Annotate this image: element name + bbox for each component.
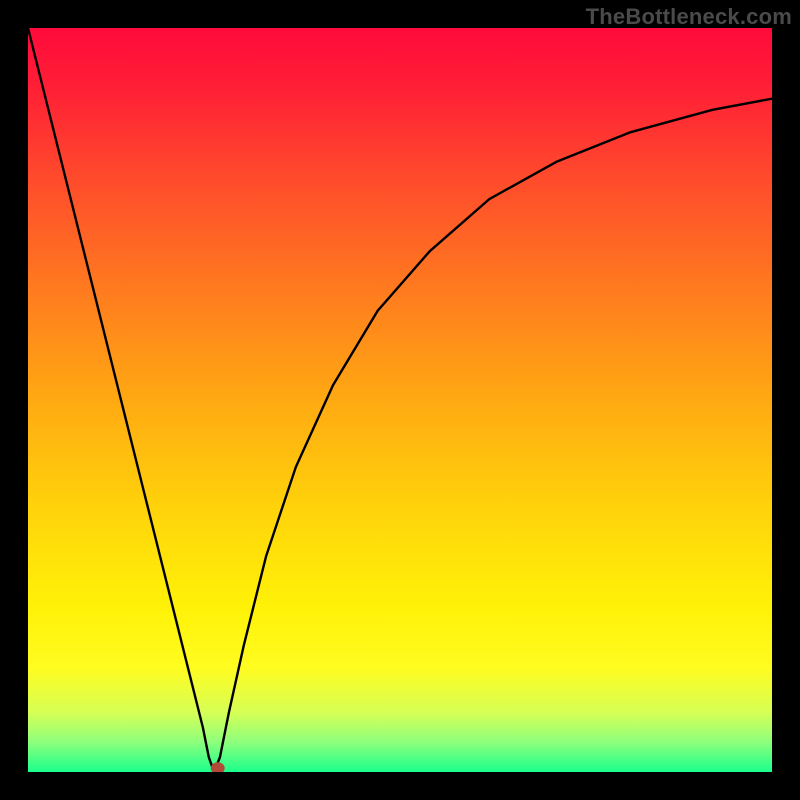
chart-frame: TheBottleneck.com: [0, 0, 800, 800]
bottleneck-chart: [28, 28, 772, 772]
plot-area: [28, 28, 772, 772]
attribution-label: TheBottleneck.com: [586, 4, 792, 30]
gradient-background: [28, 28, 772, 772]
